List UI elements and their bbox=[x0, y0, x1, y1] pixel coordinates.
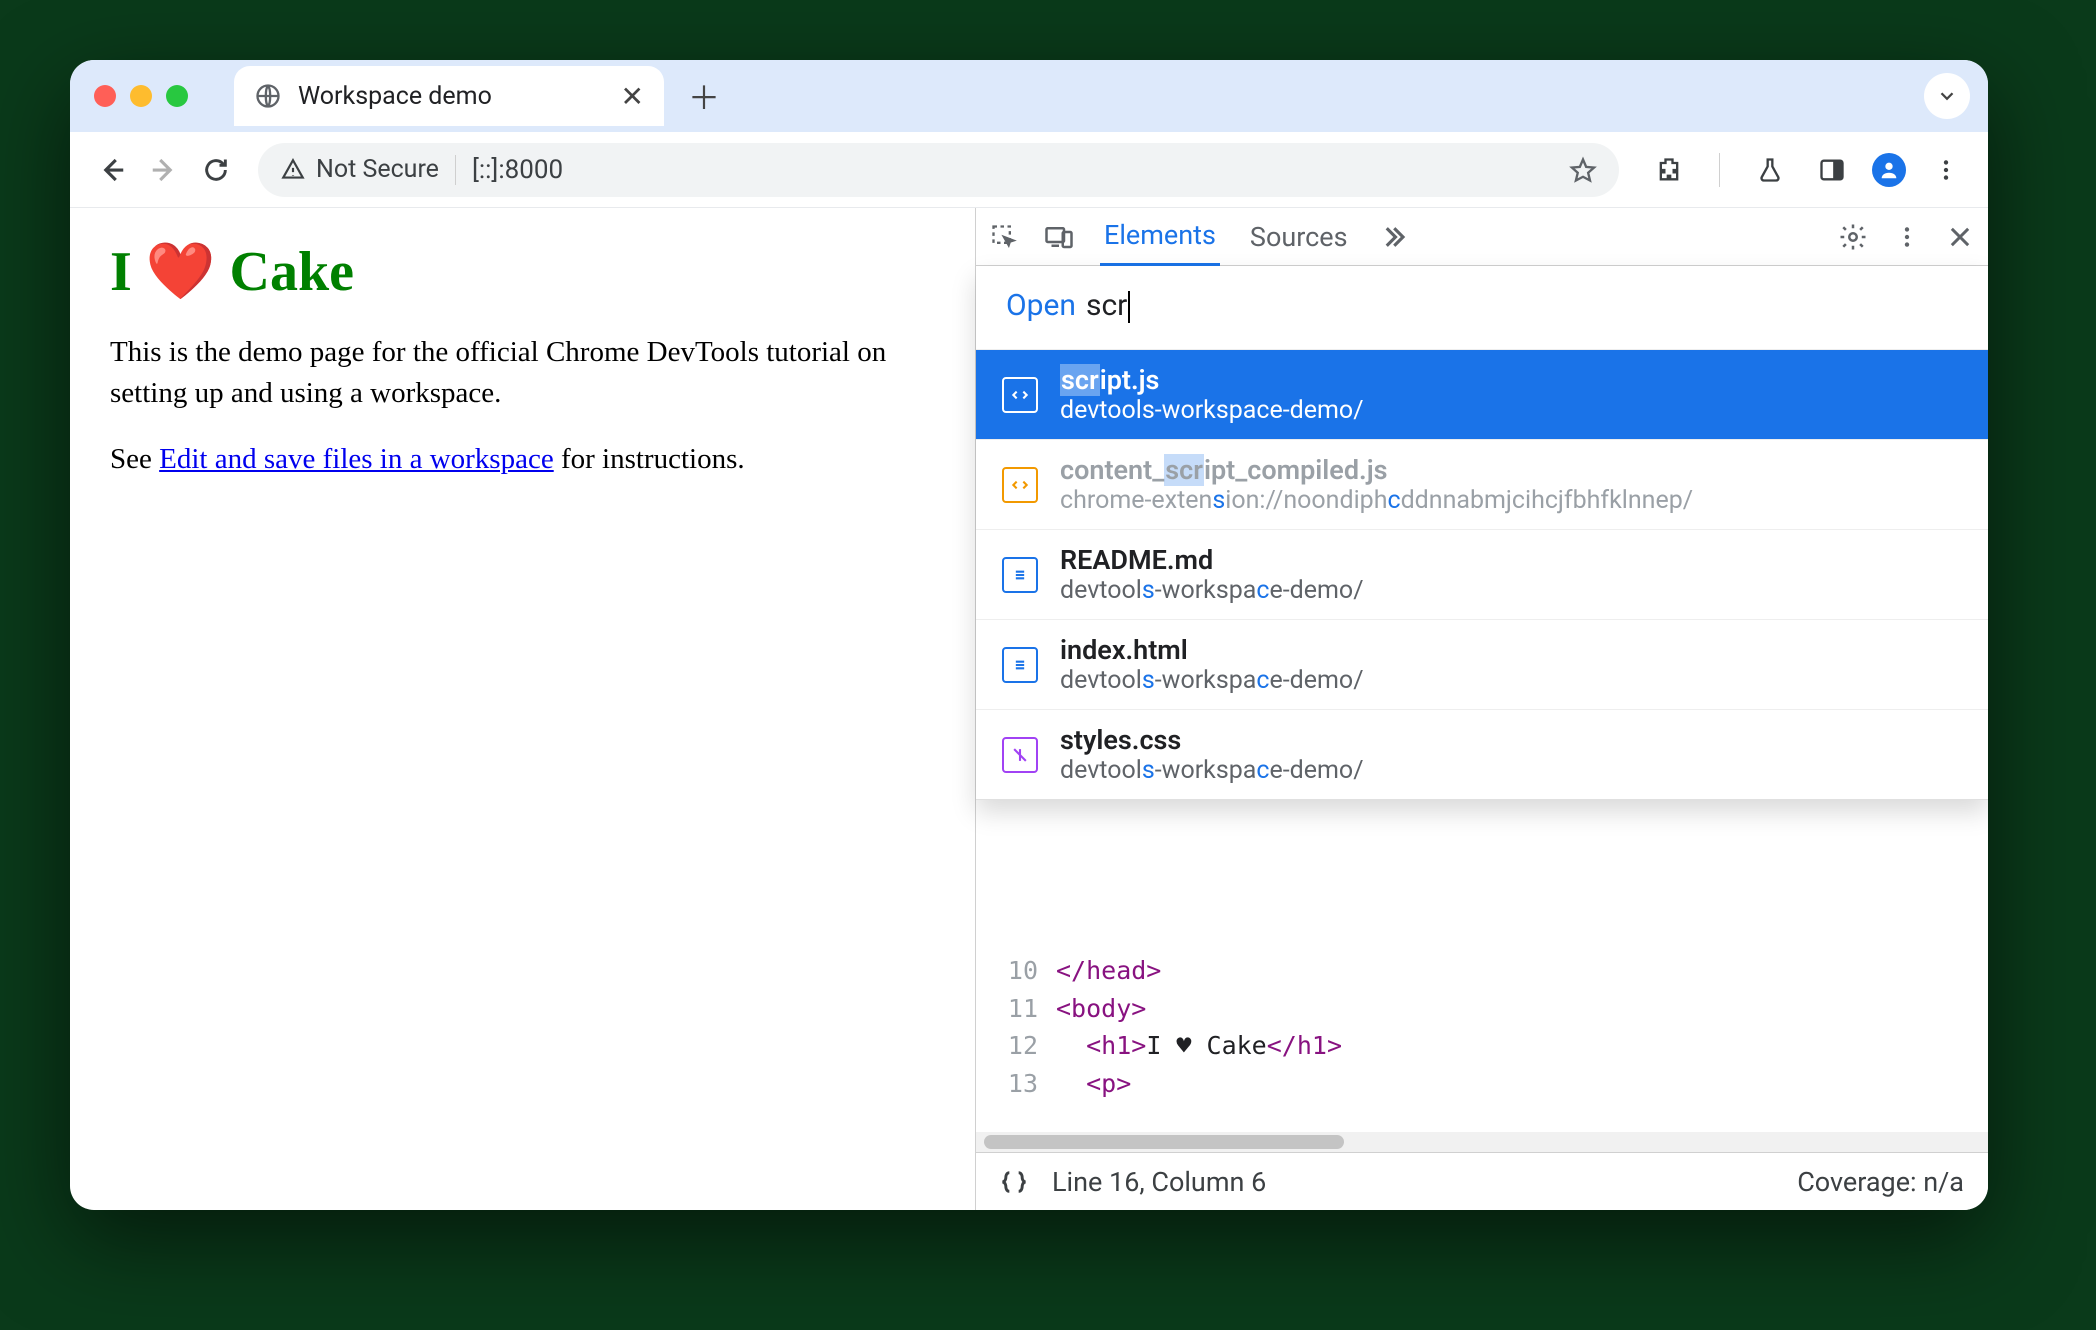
browser-tab[interactable]: Workspace demo ✕ bbox=[234, 66, 664, 126]
line-code: <body> bbox=[1056, 990, 1146, 1028]
file-type-icon bbox=[1002, 467, 1038, 503]
result-path: devtools-workspace-demo/ bbox=[1060, 756, 1364, 785]
devtools-panel: Elements Sources Open s bbox=[976, 208, 1988, 1210]
toolbar: Not Secure [::]:8000 bbox=[70, 132, 1988, 208]
result-filename: script.js bbox=[1060, 364, 1364, 396]
code-line[interactable]: 12 <h1>I ♥ Cake</h1> bbox=[976, 1027, 1988, 1065]
page-paragraph-2: See Edit and save files in a workspace f… bbox=[110, 439, 935, 480]
security-chip[interactable]: Not Secure bbox=[280, 155, 439, 184]
tab-elements[interactable]: Elements bbox=[1100, 207, 1220, 266]
result-path: devtools-workspace-demo/ bbox=[1060, 576, 1364, 605]
result-filename: styles.css bbox=[1060, 724, 1364, 756]
horizontal-scrollbar[interactable] bbox=[976, 1132, 1988, 1152]
line-code: <p> bbox=[1056, 1065, 1131, 1103]
open-label: Open bbox=[1006, 288, 1076, 323]
security-label: Not Secure bbox=[316, 155, 439, 184]
address-bar[interactable]: Not Secure [::]:8000 bbox=[258, 143, 1619, 197]
globe-icon bbox=[254, 82, 282, 110]
open-query: scr bbox=[1086, 288, 1130, 323]
labs-icon[interactable] bbox=[1748, 148, 1792, 192]
cursor-position: Line 16, Column 6 bbox=[1052, 1166, 1266, 1198]
titlebar: Workspace demo ✕ ＋ bbox=[70, 60, 1988, 132]
code-line[interactable]: 13 <p> bbox=[976, 1065, 1988, 1103]
fullscreen-window-button[interactable] bbox=[166, 85, 188, 107]
url-text: [::]:8000 bbox=[472, 155, 563, 185]
separator bbox=[455, 155, 456, 185]
inspect-icon[interactable] bbox=[990, 223, 1018, 251]
quick-open-input[interactable]: Open scr bbox=[976, 266, 1988, 349]
result-filename: content_script_compiled.js bbox=[1060, 454, 1693, 486]
quick-open-results: script.jsdevtools-workspace-demo/content… bbox=[976, 349, 1988, 799]
result-path: devtools-workspace-demo/ bbox=[1060, 666, 1364, 695]
bookmark-star-icon[interactable] bbox=[1569, 156, 1597, 184]
side-panel-icon[interactable] bbox=[1810, 148, 1854, 192]
file-type-icon bbox=[1002, 377, 1038, 413]
kebab-menu-icon[interactable] bbox=[1924, 148, 1968, 192]
new-tab-button[interactable]: ＋ bbox=[688, 73, 720, 119]
toolbar-right bbox=[1639, 148, 1968, 192]
devtools-tabbar: Elements Sources bbox=[976, 208, 1988, 266]
coverage-status: Coverage: n/a bbox=[1797, 1166, 1964, 1198]
quick-open-result[interactable]: script.jsdevtools-workspace-demo/ bbox=[976, 349, 1988, 439]
close-tab-button[interactable]: ✕ bbox=[621, 80, 644, 113]
device-toggle-icon[interactable] bbox=[1044, 222, 1074, 252]
line-number: 11 bbox=[976, 990, 1056, 1028]
quick-open-dialog: Open scr script.jsdevtools-workspace-dem… bbox=[976, 266, 1988, 800]
tab-title: Workspace demo bbox=[298, 82, 492, 111]
minimize-window-button[interactable] bbox=[130, 85, 152, 107]
forward-button[interactable] bbox=[142, 148, 186, 192]
close-window-button[interactable] bbox=[94, 85, 116, 107]
back-button[interactable] bbox=[90, 148, 134, 192]
scrollbar-thumb[interactable] bbox=[984, 1135, 1344, 1149]
line-code: </head> bbox=[1056, 952, 1161, 990]
line-number: 10 bbox=[976, 952, 1056, 990]
gear-icon[interactable] bbox=[1838, 222, 1868, 252]
quick-open-result[interactable]: styles.cssdevtools-workspace-demo/ bbox=[976, 709, 1988, 799]
file-type-icon bbox=[1002, 737, 1038, 773]
close-devtools-icon[interactable] bbox=[1946, 223, 1974, 251]
divider bbox=[1719, 153, 1720, 187]
tab-list-button[interactable] bbox=[1924, 73, 1970, 119]
format-icon[interactable] bbox=[1000, 1168, 1028, 1196]
file-type-icon bbox=[1002, 557, 1038, 593]
page-paragraph-1: This is the demo page for the official C… bbox=[110, 332, 935, 413]
line-code: <h1>I ♥ Cake</h1> bbox=[1056, 1027, 1342, 1065]
result-path: chrome-extension://noondiphcddnnabmjcihc… bbox=[1060, 486, 1693, 515]
rendered-page: I ❤️ Cake This is the demo page for the … bbox=[70, 208, 976, 1210]
extensions-icon[interactable] bbox=[1647, 148, 1691, 192]
browser-window: Workspace demo ✕ ＋ Not Secure [::]:8000 bbox=[70, 60, 1988, 1210]
quick-open-result[interactable]: content_script_compiled.jschrome-extensi… bbox=[976, 439, 1988, 529]
kebab-icon[interactable] bbox=[1894, 224, 1920, 250]
result-path: devtools-workspace-demo/ bbox=[1060, 396, 1364, 425]
result-filename: README.md bbox=[1060, 544, 1364, 576]
code-line[interactable]: 11<body> bbox=[976, 990, 1988, 1028]
quick-open-result[interactable]: index.htmldevtools-workspace-demo/ bbox=[976, 619, 1988, 709]
quick-open-result[interactable]: README.mddevtools-workspace-demo/ bbox=[976, 529, 1988, 619]
traffic-lights bbox=[94, 85, 188, 107]
tab-sources[interactable]: Sources bbox=[1246, 209, 1352, 265]
code-line[interactable]: 10</head> bbox=[976, 952, 1988, 990]
result-filename: index.html bbox=[1060, 634, 1364, 666]
reload-button[interactable] bbox=[194, 148, 238, 192]
line-number: 12 bbox=[976, 1027, 1056, 1065]
file-type-icon bbox=[1002, 647, 1038, 683]
line-number: 13 bbox=[976, 1065, 1056, 1103]
profile-avatar[interactable] bbox=[1872, 153, 1906, 187]
more-tabs-icon[interactable] bbox=[1378, 222, 1408, 252]
content-area: I ❤️ Cake This is the demo page for the … bbox=[70, 208, 1988, 1210]
page-heading: I ❤️ Cake bbox=[110, 238, 935, 304]
workspace-link[interactable]: Edit and save files in a workspace bbox=[159, 443, 554, 475]
editor-statusbar: Line 16, Column 6 Coverage: n/a bbox=[976, 1152, 1988, 1210]
